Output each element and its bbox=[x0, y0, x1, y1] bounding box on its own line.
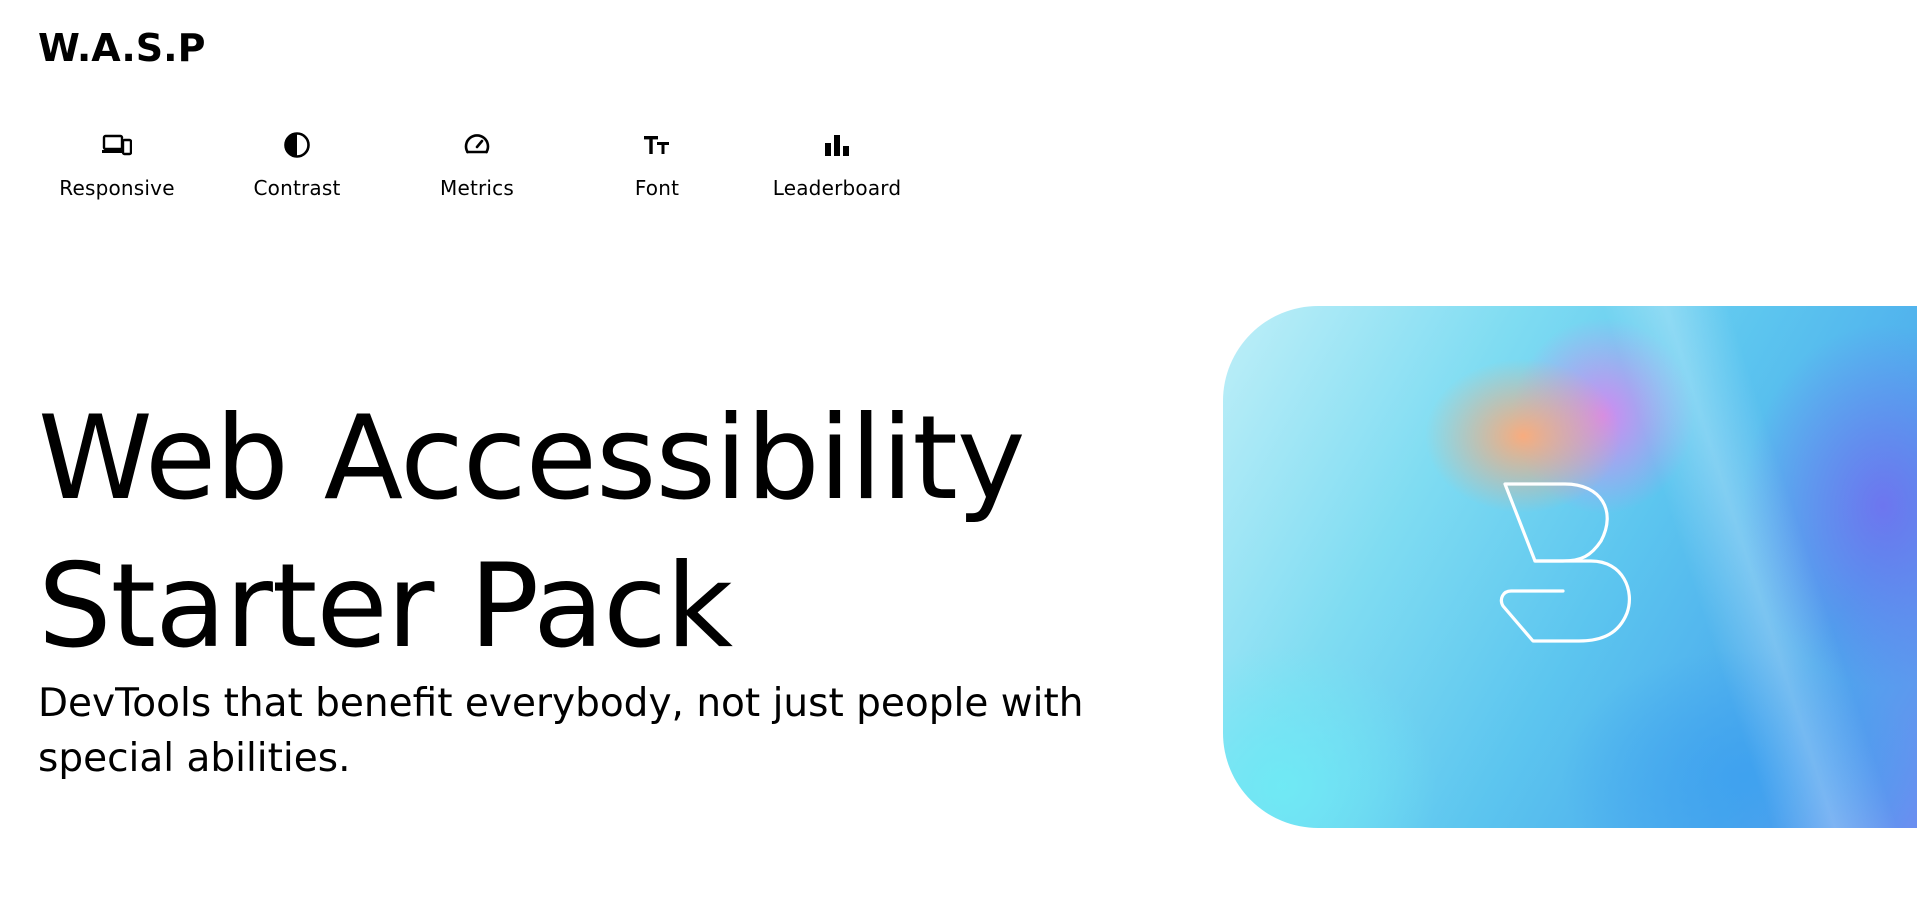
nav-item-leaderboard[interactable]: Leaderboard bbox=[747, 128, 927, 212]
nav-label-font: Font bbox=[634, 176, 680, 200]
text-size-icon bbox=[640, 128, 674, 162]
devices-icon bbox=[100, 128, 134, 162]
page: W.A.S.P Responsive Contrast Metrics Font… bbox=[0, 0, 1917, 897]
main-nav: Responsive Contrast Metrics Font Leaderb… bbox=[0, 128, 927, 212]
brand-logo[interactable]: W.A.S.P bbox=[38, 26, 205, 70]
speedometer-icon bbox=[460, 128, 494, 162]
nav-item-responsive[interactable]: Responsive bbox=[27, 128, 207, 212]
nav-label-contrast: Contrast bbox=[253, 176, 341, 200]
hero-image bbox=[1223, 306, 1917, 828]
nav-label-leaderboard: Leaderboard bbox=[772, 176, 902, 200]
nav-label-metrics: Metrics bbox=[440, 176, 514, 200]
nav-item-metrics[interactable]: Metrics bbox=[387, 128, 567, 212]
decorative-streak bbox=[1600, 306, 1906, 828]
nav-item-font[interactable]: Font bbox=[567, 128, 747, 212]
logo-mark-icon bbox=[1493, 481, 1643, 650]
nav-item-contrast[interactable]: Contrast bbox=[207, 128, 387, 212]
contrast-icon bbox=[280, 128, 314, 162]
hero-title: Web Accessibility Starter Pack bbox=[38, 385, 1026, 681]
nav-label-responsive: Responsive bbox=[59, 176, 175, 200]
hero-title-line-1: Web Accessibility bbox=[38, 391, 1026, 526]
hero-title-line-2: Starter Pack bbox=[38, 539, 733, 674]
hero-subtitle: DevTools that benefit everybody, not jus… bbox=[38, 681, 1084, 781]
bar-chart-icon bbox=[820, 128, 854, 162]
